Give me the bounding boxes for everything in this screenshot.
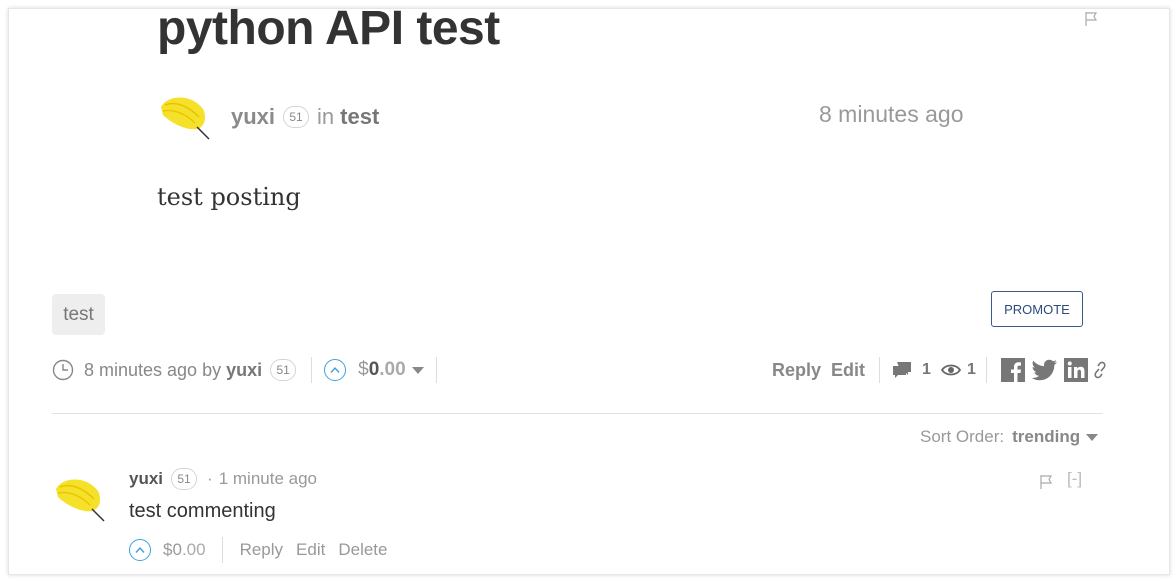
post-footer-left: 8 minutes ago by yuxi 51 $0.00 [52, 355, 437, 385]
facebook-icon[interactable] [1000, 358, 1025, 382]
payout-currency: $ [358, 359, 369, 380]
section-divider [52, 413, 1103, 414]
post-author-name[interactable]: yuxi [231, 104, 275, 130]
post-payout[interactable]: $0.00 [358, 359, 406, 381]
comment-avatar[interactable] [52, 475, 108, 525]
upvote-icon[interactable] [129, 539, 151, 561]
post-author-row: yuxi 51 in test [221, 97, 379, 137]
flag-icon[interactable] [1083, 11, 1099, 27]
caret-down-icon[interactable] [411, 366, 424, 374]
upvote-icon[interactable] [324, 359, 347, 381]
payout-whole: 0 [368, 359, 380, 380]
payout-cents: .00 [181, 540, 206, 559]
divider [221, 537, 223, 563]
footer-author-name[interactable]: yuxi [226, 360, 262, 381]
sort-order-label: Sort Order: [920, 427, 1005, 446]
post-title: python API test [157, 8, 500, 55]
divider [435, 357, 437, 383]
payout-cents: .00 [379, 359, 406, 380]
comments-count: 1 [922, 361, 931, 378]
post-category-link[interactable]: test [340, 104, 379, 130]
divider [879, 357, 881, 383]
footer-time-by: 8 minutes ago by [84, 359, 222, 380]
link-icon[interactable] [1092, 360, 1108, 380]
linkedin-icon[interactable] [1063, 358, 1088, 382]
comment-payout[interactable]: $0.00 [163, 540, 206, 560]
promote-button[interactable]: PROMOTE [991, 291, 1083, 327]
tag-chip[interactable]: test [52, 294, 105, 335]
edit-link[interactable]: Edit [831, 360, 865, 381]
divider [985, 357, 987, 383]
post-body: test posting [157, 183, 301, 211]
author-reputation-badge: 51 [283, 106, 310, 128]
comment-body: test commenting [129, 500, 276, 522]
comment-reply-link[interactable]: Reply [240, 540, 283, 560]
comment-header: yuxi 51 · 1 minute ago [129, 468, 317, 490]
comment-delete-link[interactable]: Delete [338, 540, 387, 560]
flag-icon[interactable] [1038, 474, 1054, 490]
comment-author-reputation: 51 [171, 468, 198, 490]
collapse-toggle[interactable]: [-] [1067, 469, 1082, 489]
divider [311, 357, 313, 383]
sort-order-value[interactable]: trending [1012, 427, 1080, 447]
post-footer-right: Reply Edit 1 1 [772, 355, 1108, 385]
comment-timestamp[interactable]: 1 minute ago [219, 469, 317, 489]
comment-author-name[interactable]: yuxi [129, 469, 163, 489]
caret-down-icon[interactable] [1086, 433, 1099, 441]
post-container: python API test yuxi 51 in test 8 minute… [8, 8, 1170, 575]
comments-icon[interactable] [892, 361, 912, 379]
separator-dot: · [207, 469, 213, 488]
post-timestamp: 8 minutes ago [819, 101, 964, 127]
author-avatar[interactable] [157, 93, 213, 143]
twitter-icon[interactable] [1031, 359, 1058, 381]
comment-actions: $0.00 Reply Edit Delete [129, 537, 387, 563]
eye-icon [940, 363, 961, 377]
views-count: 1 [966, 361, 976, 378]
reply-link[interactable]: Reply [772, 360, 821, 381]
comment-edit-link[interactable]: Edit [296, 540, 325, 560]
in-label: in [317, 104, 335, 129]
clock-icon [52, 359, 74, 381]
sort-order-control[interactable]: Sort Order: trending [920, 427, 1099, 447]
footer-author-reputation: 51 [270, 359, 297, 381]
payout-whole: 0 [172, 540, 182, 559]
